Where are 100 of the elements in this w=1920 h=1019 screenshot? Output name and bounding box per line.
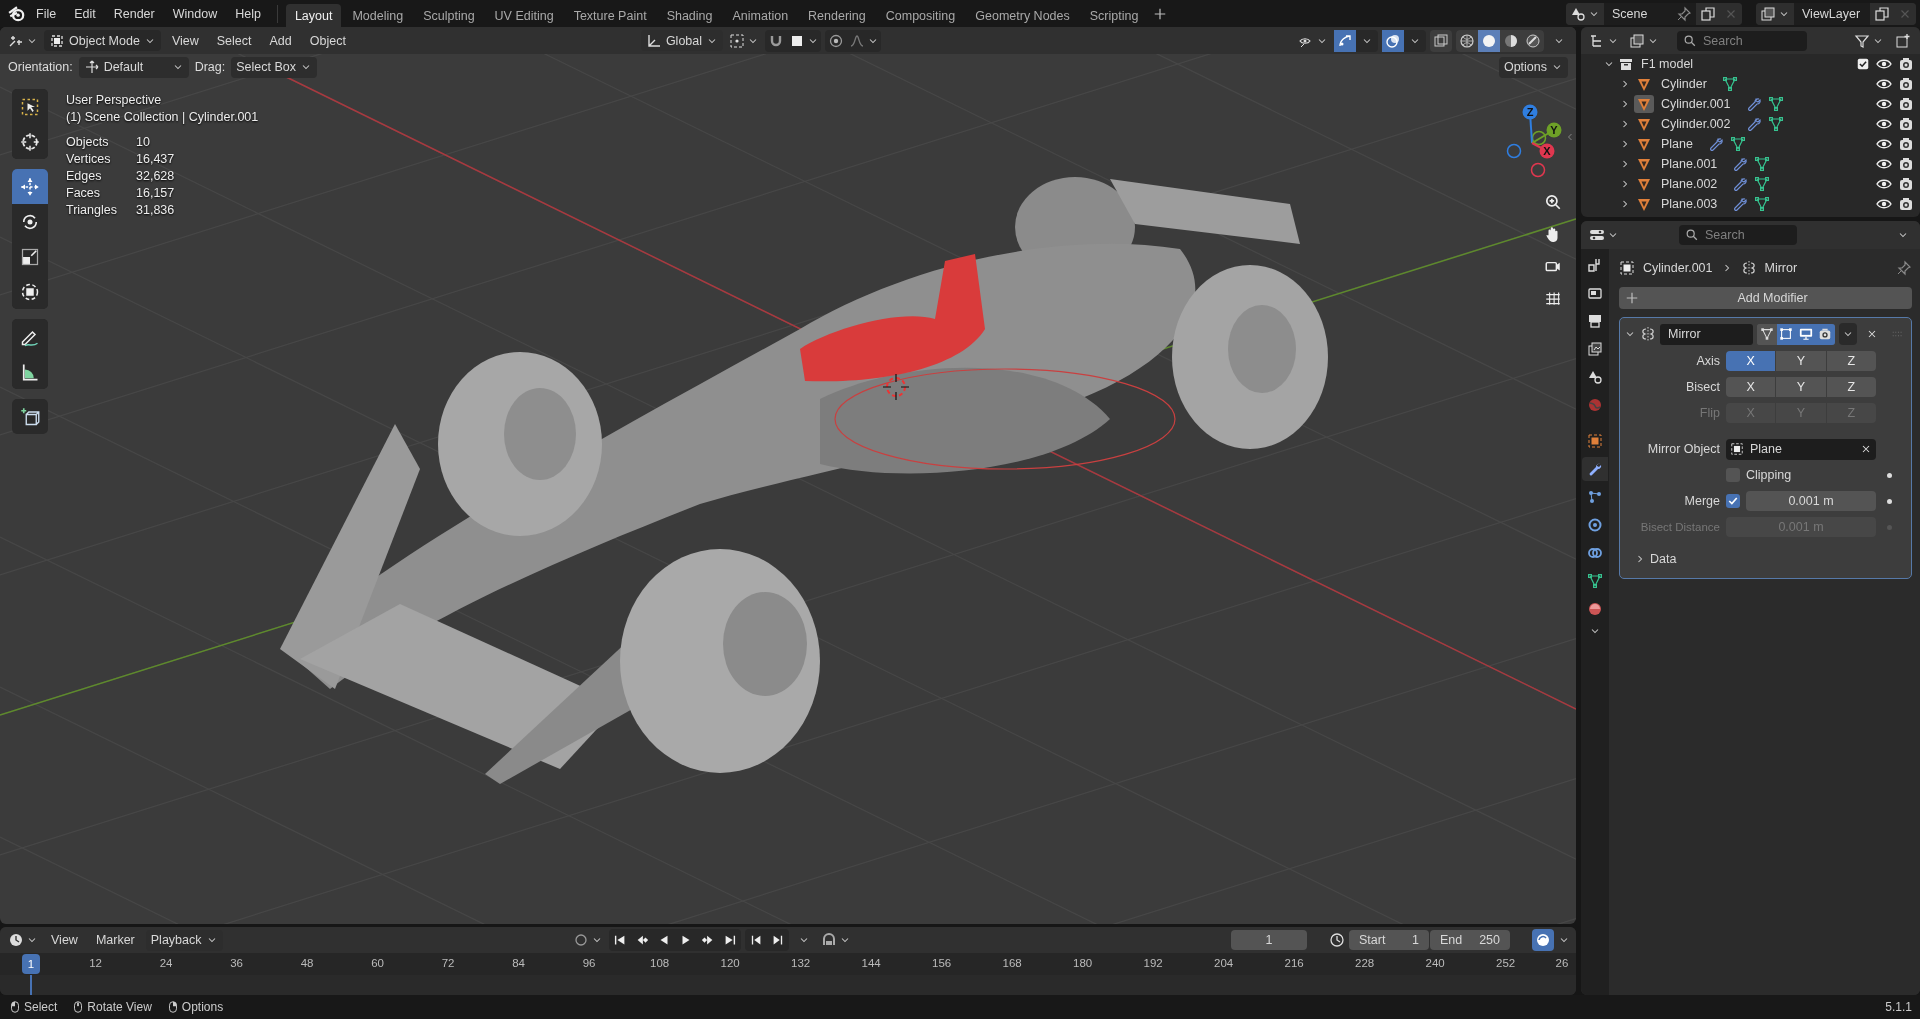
- workspace-tab[interactable]: Geometry Nodes: [966, 4, 1079, 27]
- menu-item[interactable]: View: [164, 30, 206, 51]
- axis-handle[interactable]: Z: [1522, 104, 1538, 144]
- stat-label: Triangles: [66, 203, 118, 217]
- mode-dropdown[interactable]: Object Mode: [44, 30, 161, 51]
- version-label: 5.1.1: [1885, 1000, 1912, 1014]
- stat-value: 10: [136, 135, 151, 149]
- view-layer-selector[interactable]: ViewLayer: [1756, 2, 1916, 25]
- collection-info: (1) Scene Collection | Cylinder.001: [66, 110, 259, 124]
- status-hint: Rotate View: [87, 1000, 152, 1014]
- add-modifier-button[interactable]: Add Modifier: [1619, 287, 1912, 309]
- workspace-tab[interactable]: Sculpting: [414, 4, 484, 27]
- workspace-tab[interactable]: Modeling: [343, 4, 413, 27]
- stat-value: 32,628: [136, 169, 176, 183]
- search-field[interactable]: Search: [1677, 30, 1807, 51]
- axis-toggle[interactable]: X: [1726, 377, 1776, 397]
- frame-tick-label: 60: [371, 957, 384, 969]
- menu-item[interactable]: Edit: [66, 2, 104, 25]
- frame-tick-label: 156: [932, 957, 952, 969]
- end-frame-field[interactable]: End 250: [1430, 930, 1510, 950]
- axis-toggle[interactable]: Y: [1776, 351, 1826, 371]
- start-frame-field[interactable]: Start 1: [1349, 930, 1429, 950]
- frame-tick-label: 12: [89, 957, 102, 969]
- menu-item[interactable]: Window: [164, 2, 226, 25]
- orientation-dropdown[interactable]: Default: [78, 56, 189, 78]
- status-hint: Options: [181, 1000, 224, 1014]
- workspace-tab[interactable]: Layout: [285, 4, 342, 27]
- stat-label: Edges: [66, 169, 103, 183]
- menu-item[interactable]: Render: [105, 2, 163, 25]
- axis-toggle[interactable]: Z: [1826, 377, 1876, 397]
- breadcrumb-modifier: Mirror: [1764, 261, 1798, 275]
- menu-item[interactable]: Help: [227, 2, 269, 25]
- collection-name[interactable]: F1 model: [1641, 57, 1694, 71]
- frame-tick-label: 180: [1073, 957, 1093, 969]
- frame-tick-label: 48: [300, 957, 314, 969]
- modifier-name-field[interactable]: Mirror: [1660, 323, 1754, 345]
- stat-value: 16,437: [136, 152, 176, 166]
- drag-dropdown[interactable]: Select Box: [231, 56, 317, 78]
- view-name: User Perspective: [66, 93, 163, 107]
- frame-tick-label: 24: [159, 957, 173, 969]
- field-label: Bisect Distance: [1639, 521, 1720, 533]
- frame-tick-label: 132: [791, 957, 811, 969]
- field-label: Bisect: [1684, 380, 1720, 394]
- axis-toggle[interactable]: X: [1726, 351, 1776, 371]
- workspace-tab[interactable]: Rendering: [799, 4, 875, 27]
- orientation-label: Orientation:: [8, 60, 73, 74]
- frame-tick-label: 120: [720, 957, 740, 969]
- menu-item[interactable]: Marker: [88, 929, 142, 951]
- menu-item[interactable]: Add: [262, 30, 299, 51]
- workspace-tab[interactable]: Texture Paint: [564, 4, 656, 27]
- frame-tick-label: 240: [1425, 957, 1445, 969]
- workspace-tab[interactable]: Animation: [723, 4, 798, 27]
- object-field[interactable]: Plane: [1726, 438, 1876, 460]
- field-label: Flip: [1698, 406, 1720, 420]
- frame-tick-label: 144: [861, 957, 881, 969]
- stat-value: 16,157: [136, 186, 176, 200]
- axis-toggle[interactable]: Z: [1826, 351, 1876, 371]
- breadcrumb-object: Cylinder.001: [1643, 261, 1713, 275]
- frame-tick-label: 216: [1284, 957, 1304, 969]
- field-label: Merge: [1683, 494, 1720, 508]
- menu-item[interactable]: Object: [302, 30, 353, 51]
- workspace-tab[interactable]: Scripting: [1080, 4, 1148, 27]
- axis-handle[interactable]: Y: [1531, 122, 1562, 144]
- merge-distance-field[interactable]: 0.001 m: [1746, 491, 1876, 511]
- frame-tick-label: 84: [512, 957, 525, 969]
- workspace-tab[interactable]: Shading: [657, 4, 722, 27]
- menu-item[interactable]: View: [44, 929, 85, 951]
- frame-tick-label: 26: [1555, 957, 1569, 969]
- workspace-tab[interactable]: UV Editing: [485, 4, 563, 27]
- object-name[interactable]: Plane.002: [1661, 177, 1718, 191]
- object-name[interactable]: Cylinder.001: [1661, 97, 1731, 111]
- stat-label: Faces: [66, 186, 102, 200]
- menu-item[interactable]: File: [28, 2, 65, 25]
- field-label: Mirror Object: [1646, 442, 1720, 456]
- scene-selector[interactable]: Scene: [1566, 2, 1742, 25]
- current-frame-field[interactable]: 1: [1231, 930, 1307, 950]
- status-hint: Select: [24, 1000, 58, 1014]
- drag-label: Drag:: [194, 60, 226, 74]
- frame-tick-label: 228: [1355, 957, 1375, 969]
- object-name[interactable]: Plane.003: [1661, 197, 1718, 211]
- data-subpanel-header[interactable]: Data: [1624, 548, 1905, 570]
- frame-tick-label: 108: [650, 957, 670, 969]
- object-name[interactable]: Cylinder: [1661, 77, 1707, 91]
- search-field[interactable]: Search: [1679, 225, 1797, 245]
- frame-tick-label: 252: [1496, 957, 1516, 969]
- clipping-checkbox[interactable]: Clipping: [1726, 468, 1876, 482]
- playhead[interactable]: 1: [22, 954, 40, 974]
- frame-tick-label: 204: [1214, 957, 1234, 969]
- frame-tick-label: 72: [441, 957, 455, 969]
- object-name[interactable]: Cylinder.002: [1661, 117, 1731, 131]
- object-name[interactable]: Plane: [1661, 137, 1693, 151]
- workspace-tab[interactable]: Compositing: [876, 4, 965, 27]
- frame-tick-label: 192: [1143, 957, 1163, 969]
- axis-toggle[interactable]: Y: [1776, 377, 1826, 397]
- menu-item[interactable]: Select: [209, 30, 259, 51]
- stat-label: Objects: [66, 135, 110, 149]
- stat-value: 31,836: [136, 203, 176, 217]
- object-name[interactable]: Plane.001: [1661, 157, 1718, 171]
- frame-tick-label: 36: [230, 957, 243, 969]
- options-dropdown[interactable]: Options: [1498, 56, 1568, 78]
